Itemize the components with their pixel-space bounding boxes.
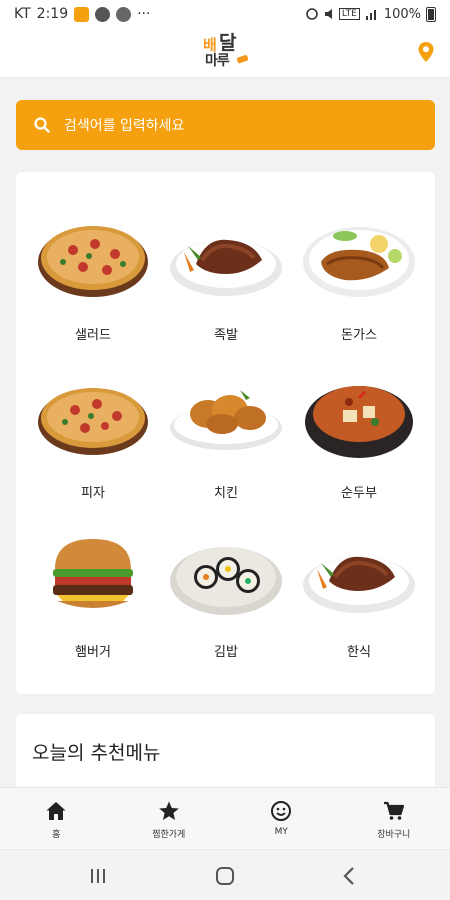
category-label: 치킨	[214, 486, 238, 501]
alarm-icon	[306, 8, 318, 20]
category-label: 순두부	[341, 486, 377, 501]
nav-label: 장바구니	[377, 830, 411, 840]
nav-home[interactable]: 홈	[0, 788, 113, 849]
facebook-icon	[95, 6, 111, 22]
battery-percent: 100%	[383, 6, 421, 22]
recommend-title: 오늘의 추천메뉴	[32, 742, 161, 764]
category-pizza[interactable]: 피자	[23, 370, 163, 520]
category-tonkatsu[interactable]: 돈가스	[289, 212, 429, 362]
fried-chicken-image	[170, 390, 282, 450]
system-nav-bar	[0, 849, 450, 900]
search-placeholder: 검색어를 입력하세요	[64, 118, 185, 134]
category-hamburger[interactable]: 햄버거	[23, 529, 163, 679]
notification-app-icon	[74, 6, 90, 22]
logo-char-3: 마루	[205, 53, 230, 69]
category-korean-food[interactable]: 한식	[289, 529, 429, 679]
battery-icon	[426, 6, 436, 22]
sundubu-stew-image	[305, 386, 413, 458]
home-button-icon[interactable]	[213, 864, 237, 888]
status-bar: KT 2:19 ··· LTE 100%	[0, 0, 450, 28]
cart-icon	[383, 801, 404, 820]
category-kimbap[interactable]: 김밥	[156, 529, 296, 679]
nav-cart[interactable]: 장바구니	[338, 788, 450, 849]
recommend-section: 오늘의 추천메뉴	[16, 714, 435, 794]
category-grid: 샐러드 족발 돈가스 피자 치킨 순두부 햄버거 김밥 한식	[16, 172, 435, 694]
jokbal-image	[303, 556, 415, 613]
home-icon	[46, 802, 66, 820]
category-sundubu[interactable]: 순두부	[289, 370, 429, 520]
search-bar[interactable]: 검색어를 입력하세요	[16, 100, 435, 150]
bottom-nav: 홈 찜한가게 MY 장바구니	[0, 787, 450, 849]
recent-apps-icon[interactable]	[86, 864, 110, 888]
category-label: 한식	[347, 645, 371, 660]
back-icon[interactable]	[338, 864, 362, 888]
app-logo[interactable]: 배 달 마루	[198, 34, 254, 74]
category-label: 족발	[214, 328, 238, 343]
hamburger-image	[53, 539, 133, 608]
logo-char-2: 달	[219, 32, 237, 54]
more-notifications-text: ···	[137, 6, 151, 22]
mute-icon	[324, 9, 332, 19]
category-label: 돈가스	[341, 328, 377, 343]
app-header: 배 달 마루	[0, 28, 450, 78]
category-label: 김밥	[214, 645, 238, 660]
logo-scooter-icon	[236, 55, 249, 64]
smiley-icon	[271, 801, 292, 821]
network-type-badge: LTE	[338, 8, 360, 20]
nav-label: 찜한가게	[152, 830, 186, 840]
kimbap-image	[170, 547, 282, 615]
jokbal-image	[170, 239, 282, 296]
category-label: 피자	[81, 486, 105, 501]
tonkatsu-image	[303, 227, 415, 297]
star-icon	[158, 801, 179, 820]
location-pin-icon[interactable]	[417, 41, 435, 63]
pizza-image	[38, 226, 148, 297]
pizza-image	[38, 388, 148, 455]
category-label: 샐러드	[75, 328, 111, 343]
category-jokbal[interactable]: 족발	[156, 212, 296, 362]
signal-icon	[365, 10, 376, 20]
clock-text: 2:19	[36, 6, 69, 22]
notification-icon	[116, 6, 132, 22]
nav-label: MY	[274, 827, 288, 837]
carrier-text: KT	[14, 6, 31, 22]
nav-my[interactable]: MY	[225, 788, 338, 849]
category-salad[interactable]: 샐러드	[23, 212, 163, 362]
category-label: 햄버거	[75, 645, 111, 660]
nav-favorites[interactable]: 찜한가게	[113, 788, 226, 849]
status-left: KT 2:19 ···	[14, 6, 150, 22]
nav-label: 홈	[52, 830, 61, 840]
search-icon	[34, 117, 50, 133]
logo-char-1: 배	[203, 36, 217, 54]
status-right: LTE 100%	[305, 6, 436, 22]
category-chicken[interactable]: 치킨	[156, 370, 296, 520]
